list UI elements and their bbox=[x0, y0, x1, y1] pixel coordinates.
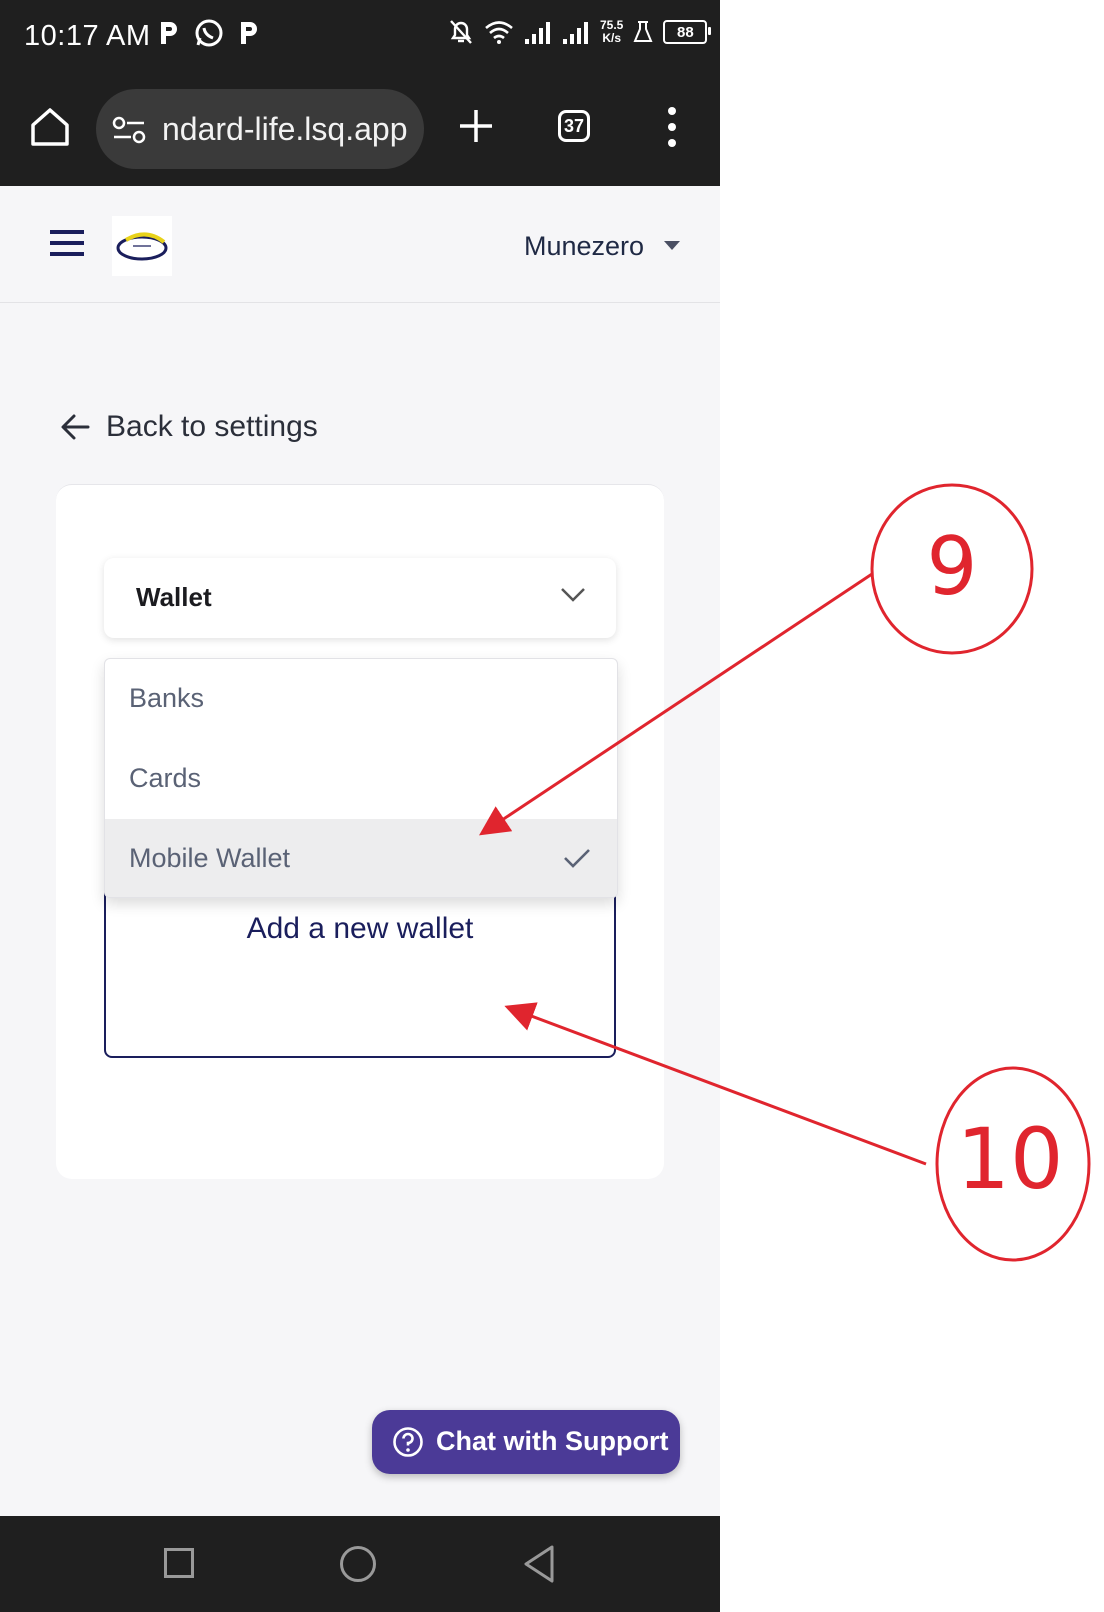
phone-screen: 10:17 AM 75.5 K/s 88 ndard-life.lsq.app … bbox=[0, 0, 720, 1612]
add-wallet-label: Add a new wallet bbox=[246, 912, 474, 945]
site-settings-icon[interactable] bbox=[112, 116, 146, 144]
status-app-icons bbox=[158, 18, 260, 48]
bell-off-icon bbox=[450, 20, 472, 44]
chat-support-label: Chat with Support bbox=[436, 1426, 669, 1456]
arrow-left-icon bbox=[61, 414, 90, 440]
app-header: Munezero bbox=[0, 186, 720, 303]
back-link-label: Back to settings bbox=[106, 410, 318, 443]
check-icon bbox=[564, 849, 590, 868]
payment-type-select[interactable]: Wallet bbox=[104, 558, 616, 638]
help-circle-icon bbox=[393, 1427, 423, 1457]
browser-toolbar: ndard-life.lsq.app 37 bbox=[0, 80, 720, 187]
company-logo[interactable] bbox=[112, 216, 172, 276]
payment-type-options: Banks Cards Mobile Wallet bbox=[104, 658, 618, 898]
address-bar[interactable]: ndard-life.lsq.app bbox=[96, 89, 424, 169]
new-tab-icon[interactable] bbox=[456, 106, 496, 146]
menu-icon[interactable] bbox=[50, 228, 84, 258]
annotation-label-9: 9 bbox=[926, 520, 978, 613]
recents-icon[interactable] bbox=[164, 1548, 194, 1578]
option-label: Mobile Wallet bbox=[129, 843, 291, 873]
chevron-down-icon bbox=[561, 588, 585, 602]
tab-switcher-button[interactable]: 37 bbox=[558, 110, 590, 142]
home-nav-icon[interactable] bbox=[340, 1546, 376, 1582]
p-icon bbox=[161, 22, 177, 44]
chat-with-support-button[interactable]: Chat with Support bbox=[372, 1410, 680, 1474]
p-icon bbox=[241, 22, 257, 44]
status-time: 10:17 AM bbox=[24, 20, 151, 52]
option-label: Banks bbox=[129, 683, 205, 713]
option-banks[interactable]: Banks bbox=[105, 659, 617, 739]
wifi-icon bbox=[485, 21, 513, 44]
user-menu-name[interactable]: Munezero bbox=[524, 231, 644, 262]
option-label: Cards bbox=[129, 763, 202, 793]
status-bar: 10:17 AM 75.5 K/s 88 bbox=[0, 0, 720, 80]
whatsapp-icon bbox=[195, 19, 223, 47]
battery-icon: 88 bbox=[663, 20, 712, 44]
home-icon[interactable] bbox=[28, 105, 72, 149]
status-system-icons: 75.5 K/s 88 bbox=[448, 18, 712, 46]
url-text: ndard-life.lsq.app bbox=[162, 111, 408, 147]
more-vert-icon[interactable] bbox=[662, 104, 682, 150]
system-nav-bar bbox=[0, 1516, 720, 1612]
back-nav-icon[interactable] bbox=[522, 1544, 556, 1584]
network-speed-unit: K/s bbox=[602, 31, 622, 45]
option-mobile-wallet[interactable]: Mobile Wallet bbox=[105, 819, 617, 897]
add-new-wallet-button[interactable]: Add a new wallet bbox=[104, 880, 616, 1058]
annotation-label-10: 10 bbox=[956, 1110, 1064, 1208]
caret-down-icon[interactable] bbox=[664, 241, 680, 250]
network-speed: 75.5 K/s bbox=[600, 19, 623, 45]
select-value: Wallet bbox=[136, 582, 212, 612]
signal-icon bbox=[563, 22, 588, 44]
back-to-settings-link[interactable]: Back to settings bbox=[60, 410, 318, 444]
option-cards[interactable]: Cards bbox=[105, 739, 617, 819]
signal-icon bbox=[525, 22, 550, 44]
lab-icon bbox=[633, 21, 653, 42]
